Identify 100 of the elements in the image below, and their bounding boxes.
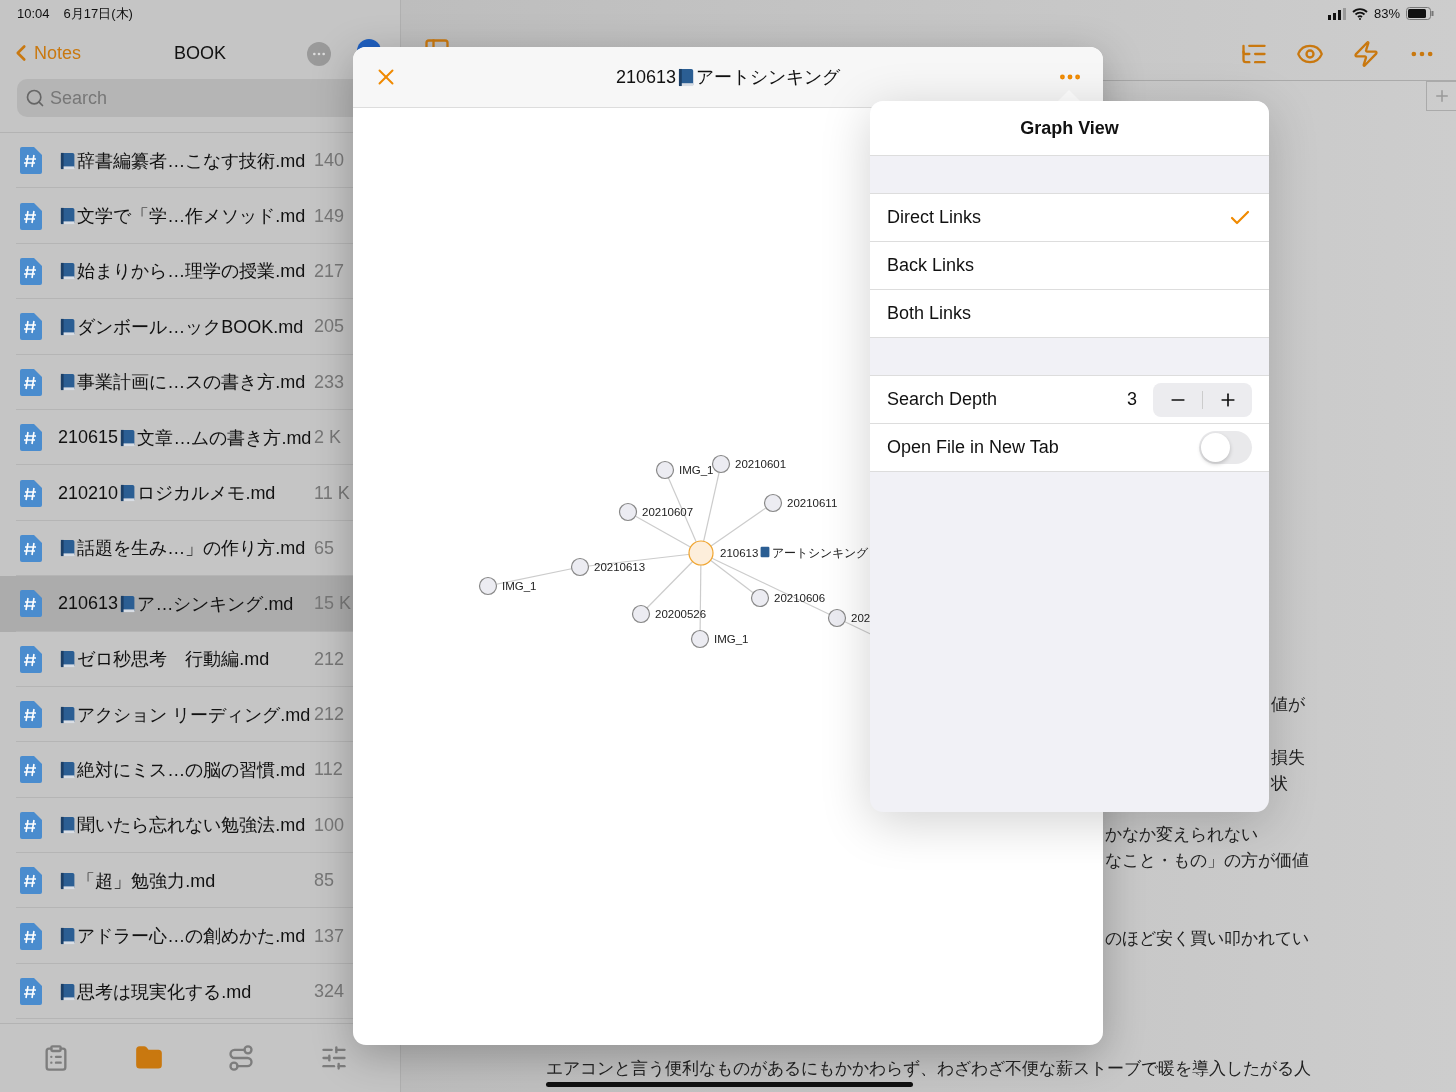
- depth-value: 3: [1127, 389, 1137, 410]
- file-row[interactable]: 辞書編纂者…こなす技術.md 140: [0, 133, 400, 189]
- graph-node[interactable]: [618, 502, 638, 522]
- book-icon: [60, 373, 76, 392]
- node-label: 20210611: [787, 497, 838, 509]
- file-row[interactable]: ダンボール…ックBOOK.md 205: [0, 299, 400, 355]
- book-icon: [677, 67, 695, 87]
- file-name: 思考は現実化する.md: [77, 980, 252, 1004]
- file-row[interactable]: アクション リーディング.md 212: [0, 686, 400, 743]
- hashtag-file-icon: [20, 645, 42, 673]
- file-name: アドラー心…の創めかた.md: [77, 925, 306, 949]
- node-label: 210613: [720, 547, 759, 559]
- document-text: エアコンと言う便利なものがあるにもかかわらず、わざわざ不便な薪ストーブで暖を導入したがる人: [546, 1059, 1311, 1079]
- battery-percent: 83%: [1373, 6, 1400, 21]
- modal-title: アートシンキング: [696, 66, 841, 89]
- hashtag-file-icon: [20, 202, 42, 230]
- file-size: 233: [314, 371, 345, 393]
- link-mode-option[interactable]: Direct Links: [870, 194, 1269, 242]
- folder-title: BOOK: [174, 43, 226, 64]
- hashtag-file-icon: [20, 479, 42, 507]
- setting-label: Search Depth: [887, 389, 998, 410]
- book-icon: [60, 816, 76, 835]
- modal-title-date: 210613: [615, 66, 676, 88]
- file-name: 辞書編纂者…こなす技術.md: [77, 149, 306, 173]
- hashtag-file-icon: [20, 756, 42, 784]
- document-text: かなか変えられない: [1105, 825, 1258, 845]
- status-date: 6月17日(木): [63, 4, 133, 23]
- graph-node[interactable]: [763, 493, 783, 513]
- hashtag-file-icon: [20, 867, 42, 895]
- book-icon: [60, 151, 76, 170]
- file-size: 217: [314, 260, 345, 282]
- graph-node[interactable]: [478, 576, 498, 596]
- file-row[interactable]: 210615 文章…ムの書き方.md 2 K: [0, 409, 400, 466]
- file-row[interactable]: 始まりから…理学の授業.md 217: [0, 243, 400, 300]
- file-row[interactable]: 事業計画に…スの書き方.md 233: [0, 354, 400, 410]
- file-size: 140: [314, 150, 345, 172]
- node-label: 202: [851, 612, 871, 624]
- file-row[interactable]: 210210 ロジカルメモ.md 11 K: [0, 465, 400, 521]
- file-name: 話題を生み…」の作り方.md: [77, 537, 306, 561]
- node-label: 20210601: [735, 458, 787, 470]
- document-text: なこと・もの」の方が価値: [1105, 851, 1309, 871]
- book-icon: [120, 428, 136, 447]
- document-text: のほど安く買い叩かれてい: [1105, 929, 1309, 949]
- file-date: 210613: [58, 593, 119, 615]
- book-icon: [60, 982, 76, 1001]
- file-name: 絶対にミス…の脳の習慣.md: [77, 759, 306, 782]
- document-text: 損失: [1271, 748, 1305, 768]
- graph-node[interactable]: [631, 604, 651, 624]
- file-row[interactable]: 文学で「学…作メソッド.md 149: [0, 188, 400, 244]
- file-size: 137: [314, 925, 345, 947]
- file-size: 212: [314, 704, 345, 726]
- file-row[interactable]: アドラー心…の創めかた.md 137: [0, 908, 400, 964]
- file-row[interactable]: 話題を生み…」の作り方.md 65: [0, 520, 400, 577]
- graph-node[interactable]: [570, 557, 590, 577]
- graph-node[interactable]: [711, 454, 731, 474]
- book-icon: [120, 594, 136, 613]
- file-row[interactable]: 「超」勉強力.md 85: [0, 853, 400, 909]
- node-label: IMG_1: [679, 464, 714, 476]
- node-label: アートシンキング: [772, 546, 868, 560]
- file-row[interactable]: ゼロ秒思考 行動編.md 212: [0, 631, 400, 687]
- book-icon: [60, 761, 76, 779]
- file-size: 149: [314, 205, 345, 227]
- battery-icon: [1406, 7, 1434, 20]
- graph-node[interactable]: [688, 540, 714, 566]
- file-name: 「超」勉強力.md: [77, 869, 216, 893]
- file-size: 212: [314, 648, 345, 670]
- file-name: ロジカルメモ.md: [137, 482, 276, 506]
- add-tab-button[interactable]: [1426, 81, 1456, 111]
- node-label: IMG_1: [502, 580, 537, 592]
- book-icon: [60, 871, 76, 890]
- hashtag-file-icon: [20, 590, 42, 618]
- file-size: 11 K: [314, 482, 350, 504]
- file-name: 文章…ムの書き方.md: [137, 426, 312, 450]
- lightning-icon[interactable]: [1352, 39, 1380, 68]
- book-icon: [120, 484, 136, 503]
- popover-title: Graph View: [1020, 117, 1119, 139]
- link-mode-option[interactable]: Both Links: [870, 290, 1269, 338]
- toggle-switch[interactable]: [1199, 431, 1252, 464]
- signal-icon: [1327, 7, 1346, 20]
- file-name: 事業計画に…スの書き方.md: [77, 371, 306, 395]
- file-name: 始まりから…理学の授業.md: [77, 260, 306, 284]
- node-label: 20210607: [642, 506, 694, 518]
- file-size: 85: [314, 870, 335, 892]
- graph-node[interactable]: [827, 608, 847, 628]
- file-row[interactable]: 思考は現実化する.md 324: [0, 963, 400, 1020]
- graph-node[interactable]: [750, 588, 770, 608]
- hashtag-file-icon: [20, 811, 42, 839]
- file-name: ア…シンキング.md: [137, 592, 294, 616]
- book-icon: [60, 650, 76, 669]
- node-label: 20200526: [655, 608, 707, 620]
- graph-node[interactable]: [655, 460, 675, 480]
- graph-node[interactable]: [690, 629, 710, 649]
- hashtag-file-icon: [20, 313, 42, 341]
- hashtag-file-icon: [20, 424, 42, 452]
- file-row[interactable]: 絶対にミス…の脳の習慣.md 112: [0, 742, 400, 798]
- file-date: 210210: [58, 482, 119, 504]
- file-row[interactable]: 聞いたら忘れない勉強法.md 100: [0, 797, 400, 854]
- more-icon[interactable]: [307, 42, 331, 66]
- file-size: 324: [314, 981, 345, 1003]
- link-mode-option[interactable]: Back Links: [870, 242, 1269, 290]
